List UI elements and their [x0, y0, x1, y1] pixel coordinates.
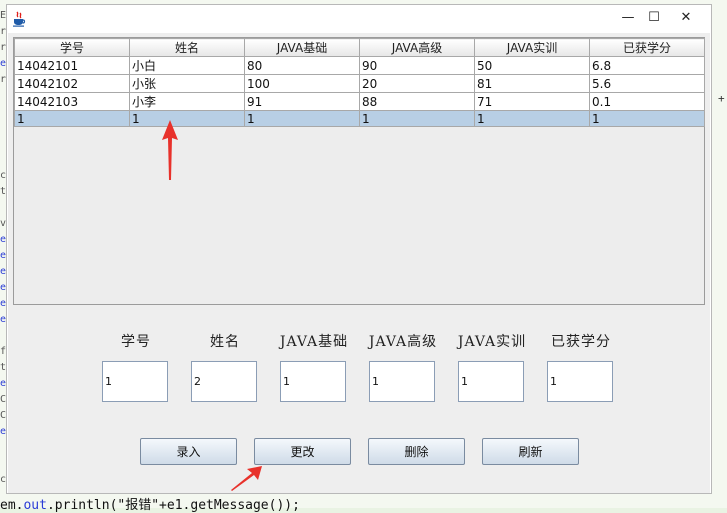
column-header[interactable]: 已获学分 — [589, 38, 705, 57]
insert-button[interactable]: 录入 — [140, 438, 237, 465]
table-cell[interactable]: 88 — [359, 92, 475, 111]
annotation-arrow-diagonal-icon — [231, 466, 262, 491]
label-credits: 已获学分 — [551, 334, 611, 350]
table-cell[interactable]: 20 — [359, 74, 475, 93]
java-practice-input[interactable] — [458, 361, 524, 402]
java-basic-input[interactable] — [280, 361, 346, 402]
app-window: — ☐ ✕ 学号 姓名 JAVA基础 JAVA高级 JAVA实训 已获学分 14… — [6, 4, 712, 494]
table-cell[interactable]: 1 — [359, 110, 475, 127]
table-cell[interactable]: 1 — [129, 110, 245, 127]
table-cell[interactable]: 50 — [474, 56, 590, 75]
table-cell[interactable]: 6.8 — [589, 56, 705, 75]
table-cell[interactable]: 80 — [244, 56, 360, 75]
table-cell[interactable]: 5.6 — [589, 74, 705, 93]
table-cell[interactable]: 小张 — [129, 74, 245, 93]
column-header[interactable]: JAVA高级 — [359, 38, 475, 57]
column-header[interactable]: JAVA实训 — [474, 38, 590, 57]
ide-bottom-code-line: em.out.println("报错"+e1.getMessage()); — [0, 498, 300, 513]
update-button[interactable]: 更改 — [254, 438, 351, 465]
table-cell[interactable]: 1 — [474, 110, 590, 127]
name-input[interactable] — [191, 361, 257, 402]
column-header[interactable]: 学号 — [14, 38, 130, 57]
column-header[interactable]: 姓名 — [129, 38, 245, 57]
table-cell[interactable]: 81 — [474, 74, 590, 93]
content-panel: 学号 姓名 JAVA基础 JAVA高级 JAVA实训 已获学分 14042101… — [8, 33, 710, 493]
ide-fold-marker: + — [718, 92, 725, 105]
label-java-advanced: JAVA高级 — [368, 334, 438, 350]
table-cell[interactable]: 14042102 — [14, 74, 130, 93]
table-row[interactable]: 14042103 小李 91 88 71 0.1 — [14, 92, 705, 111]
table-cell[interactable]: 14042103 — [14, 92, 130, 111]
table-cell[interactable]: 0.1 — [589, 92, 705, 111]
table-cell[interactable]: 1 — [244, 110, 360, 127]
table-cell[interactable]: 90 — [359, 56, 475, 75]
table-cell[interactable]: 14042101 — [14, 56, 130, 75]
label-student-id: 学号 — [121, 334, 151, 350]
student-id-input[interactable] — [102, 361, 168, 402]
table-scroll-pane[interactable]: 学号 姓名 JAVA基础 JAVA高级 JAVA实训 已获学分 14042101… — [13, 37, 705, 305]
label-java-practice: JAVA实训 — [457, 334, 527, 350]
label-java-basic: JAVA基础 — [279, 334, 349, 350]
column-header[interactable]: JAVA基础 — [244, 38, 360, 57]
table-cell[interactable]: 91 — [244, 92, 360, 111]
table-row[interactable]: 14042101 小白 80 90 50 6.8 — [14, 56, 705, 75]
table-row[interactable]: 14042102 小张 100 20 81 5.6 — [14, 74, 705, 93]
table-cell[interactable]: 1 — [589, 110, 705, 127]
delete-button[interactable]: 删除 — [368, 438, 465, 465]
maximize-button[interactable]: ☐ — [637, 7, 671, 29]
table-cell[interactable]: 71 — [474, 92, 590, 111]
refresh-button[interactable]: 刷新 — [482, 438, 579, 465]
table-cell[interactable]: 小白 — [129, 56, 245, 75]
close-button[interactable]: ✕ — [669, 7, 703, 29]
table-row-selected[interactable]: 1 1 1 1 1 1 — [14, 110, 705, 127]
student-table[interactable]: 学号 姓名 JAVA基础 JAVA高级 JAVA实训 已获学分 14042101… — [14, 38, 705, 127]
annotation-arrow-up-icon — [162, 120, 178, 180]
table-cell[interactable]: 100 — [244, 74, 360, 93]
table-cell[interactable]: 1 — [14, 110, 130, 127]
credits-input[interactable] — [547, 361, 613, 402]
java-cup-icon — [13, 11, 26, 27]
java-advanced-input[interactable] — [369, 361, 435, 402]
label-name: 姓名 — [210, 334, 240, 350]
title-bar[interactable]: — ☐ ✕ — [7, 5, 711, 33]
table-cell[interactable]: 小李 — [129, 92, 245, 111]
